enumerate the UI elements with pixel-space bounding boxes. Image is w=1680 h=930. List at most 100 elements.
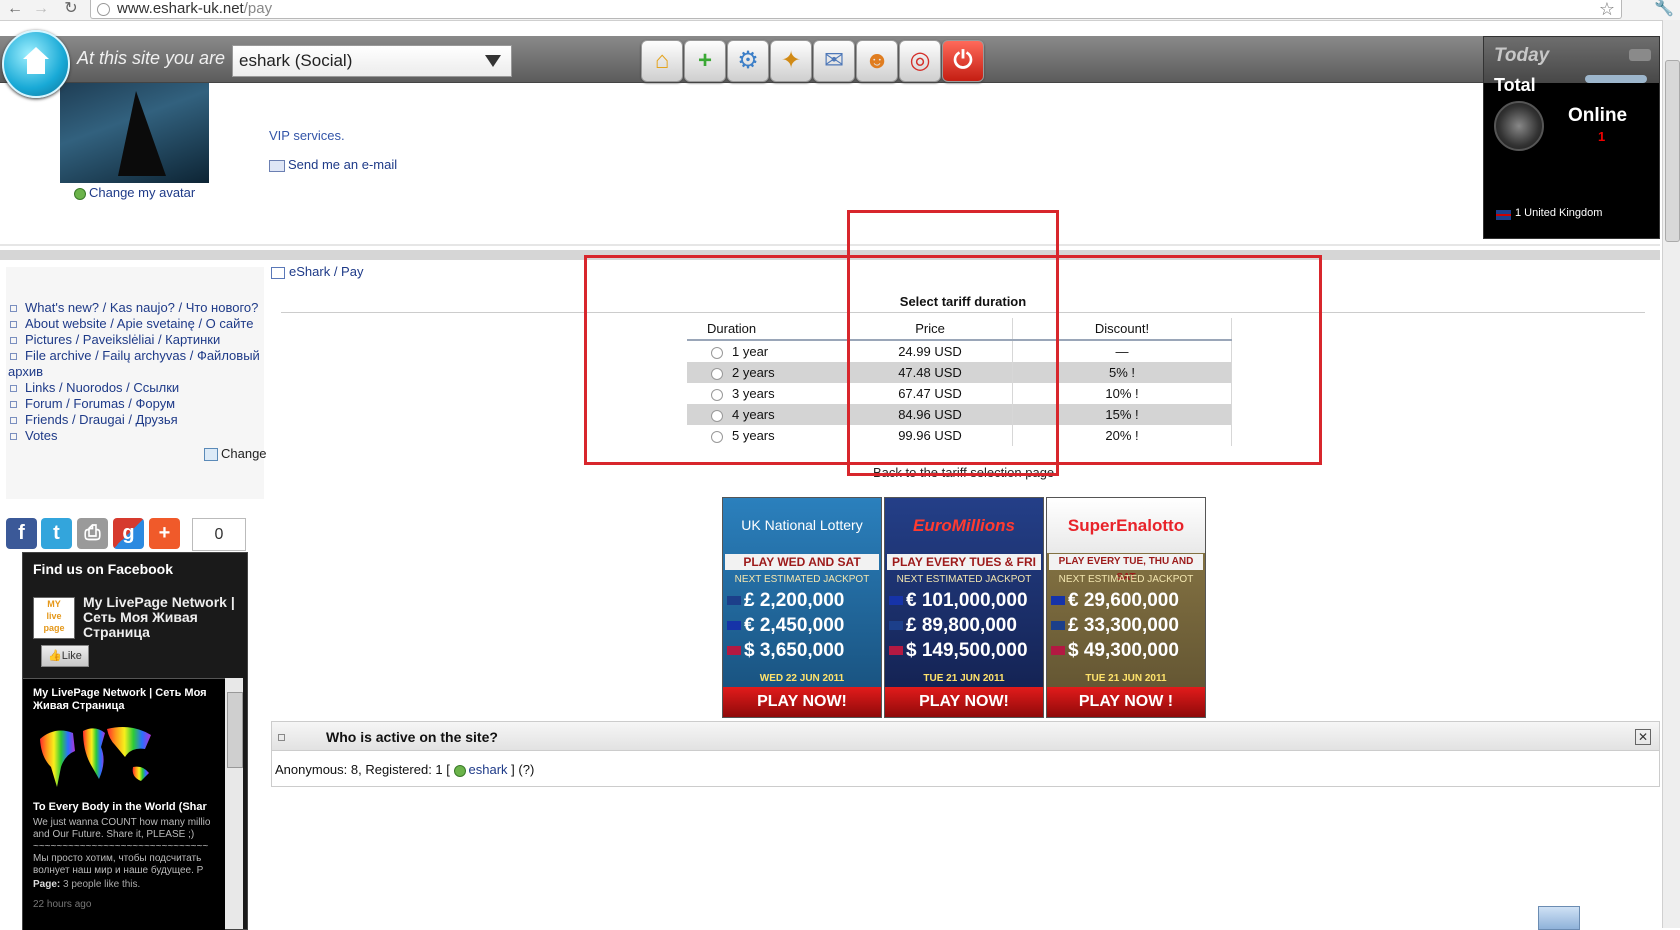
scrollbar-thumb[interactable] xyxy=(1665,60,1680,242)
eu-flag-icon xyxy=(727,621,741,631)
magic-wand-icon[interactable]: ✦ xyxy=(770,40,812,82)
play-now-button[interactable]: PLAY NOW! xyxy=(885,687,1043,717)
menu-item-file-archive-cont[interactable]: архив xyxy=(8,364,43,380)
scrollbar-thumb[interactable] xyxy=(227,692,243,768)
feed-page-title[interactable]: My LivePage Network | Сеть Моя Живая Стр… xyxy=(33,687,219,713)
menu-item-votes[interactable]: Votes xyxy=(8,428,58,444)
google-share-icon[interactable]: g xyxy=(113,518,144,549)
menu-item-file-archive[interactable]: File archive / Failų archyvas / Файловый xyxy=(8,348,260,364)
duration-radio[interactable] xyxy=(711,409,723,422)
users-icon[interactable]: ☻ xyxy=(856,40,898,82)
duration-radio[interactable] xyxy=(711,346,723,359)
duration-radio[interactable] xyxy=(711,430,723,443)
twitter-share-icon[interactable]: t xyxy=(41,518,72,549)
jackpot-usd: $ 149,500,000 xyxy=(889,640,1041,662)
eu-flag-icon xyxy=(1051,596,1065,606)
lottery-banner-uk[interactable]: UK National Lottery PLAY WED AND SAT NEX… xyxy=(722,497,882,718)
tariff-row[interactable]: 1 year 24.99 USD — xyxy=(687,340,1232,362)
today-label: Today xyxy=(1494,45,1550,66)
back-arrow-icon[interactable]: ← xyxy=(4,0,26,18)
site-select-value: eshark (Social) xyxy=(239,51,353,70)
stats-scroll-indicator xyxy=(1585,75,1647,83)
back-to-tariff-link[interactable]: Back to the tariff selection page xyxy=(873,465,1054,480)
discount-cell: 10% ! xyxy=(1012,383,1232,404)
feed-post-text: We just wanna COUNT how many millio and … xyxy=(33,817,211,876)
duration-cell[interactable]: 2 years xyxy=(687,362,848,383)
menu-item-about[interactable]: About website / Apie svetainę / О сайте xyxy=(8,316,253,332)
print-icon[interactable]: ⎙ xyxy=(77,518,108,549)
duration-cell[interactable]: 5 years xyxy=(687,425,848,446)
menu-item-links[interactable]: Links / Nuorodos / Ссылки xyxy=(8,380,179,396)
breadcrumb-home[interactable]: eShark xyxy=(289,264,330,279)
user-icon xyxy=(453,764,466,777)
lottery-banner-euromillions[interactable]: EuroMillions PLAY EVERY TUES & FRI NEXT … xyxy=(884,497,1044,718)
feed-post-title[interactable]: To Every Body in the World (Shar xyxy=(33,801,207,813)
profile-picture xyxy=(60,83,209,183)
shark-fin-image xyxy=(118,91,166,176)
address-bar[interactable]: www.eshark-uk.net/pay ☆ xyxy=(90,0,1622,19)
facebook-page-name[interactable]: My LivePage Network | Сеть Моя Живая Стр… xyxy=(83,595,243,640)
active-user-link[interactable]: eshark xyxy=(469,762,508,777)
bullet-icon xyxy=(10,416,17,424)
mail-icon[interactable]: ✉ xyxy=(813,40,855,82)
power-icon[interactable]: ⏻ xyxy=(942,40,984,82)
facebook-like-button[interactable]: 👍Like xyxy=(41,645,89,667)
lottery-next-label: NEXT ESTIMATED JACKPOT xyxy=(896,574,1032,585)
duration-cell[interactable]: 3 years xyxy=(687,383,848,404)
site-select[interactable]: eshark (Social) xyxy=(232,45,512,77)
home-bubble-icon[interactable] xyxy=(2,30,70,98)
vip-services-link[interactable]: VIP services. xyxy=(269,128,345,143)
facebook-feed-scrollbar[interactable] xyxy=(225,678,243,929)
bullet-icon xyxy=(10,336,17,344)
bullet-icon xyxy=(10,304,17,312)
breadcrumb: eShark / Pay xyxy=(271,264,363,279)
menu-item-whats-new[interactable]: What's new? / Kas naujo? / Что нового? xyxy=(8,300,258,316)
home-icon[interactable]: ⌂ xyxy=(641,40,683,82)
forward-arrow-icon[interactable]: → xyxy=(30,0,52,18)
add-icon[interactable]: + xyxy=(684,40,726,82)
close-icon[interactable]: ✕ xyxy=(1635,729,1651,745)
play-now-button[interactable]: PLAY NOW! xyxy=(723,687,881,717)
reload-icon[interactable]: ↻ xyxy=(60,0,82,18)
facebook-share-icon[interactable]: f xyxy=(6,518,37,549)
menu-item-pictures[interactable]: Pictures / Paveikslėliai / Картинки xyxy=(8,332,220,348)
tariff-row[interactable]: 5 years 99.96 USD 20% ! xyxy=(687,425,1232,446)
tariff-row[interactable]: 2 years 47.48 USD 5% ! xyxy=(687,362,1232,383)
tariff-header-row: Duration Price Discount! xyxy=(687,318,1232,341)
lottery-draw-date: WED 22 JUN 2011 xyxy=(759,673,845,684)
bookmark-star-icon[interactable]: ☆ xyxy=(1599,0,1615,20)
scroll-down-widget-icon[interactable] xyxy=(1538,906,1580,930)
facebook-feed: My LivePage Network | Сеть Моя Живая Стр… xyxy=(23,678,225,930)
lifebuoy-help-icon[interactable]: ◎ xyxy=(899,40,941,82)
tariff-row[interactable]: 3 years 67.47 USD 10% ! xyxy=(687,383,1232,404)
jackpot-gbp: £ 89,800,000 xyxy=(889,615,1041,637)
send-email-link[interactable]: Send me an e-mail xyxy=(269,157,397,172)
url-text: www.eshark-uk.net/pay xyxy=(117,0,273,17)
duration-cell[interactable]: 1 year xyxy=(687,340,848,362)
settings-gear-icon[interactable]: ⚙ xyxy=(727,40,769,82)
thumbs-up-icon: 👍 xyxy=(48,650,62,662)
online-count: 1 xyxy=(1598,129,1606,144)
bullet-icon xyxy=(10,400,17,408)
uk-flag-icon xyxy=(1051,621,1065,631)
menu-item-forum[interactable]: Forum / Forumas / Форум xyxy=(8,396,175,412)
menu-item-friends[interactable]: Friends / Draugai / Друзья xyxy=(8,412,178,428)
lottery-next-label: NEXT ESTIMATED JACKPOT xyxy=(734,574,870,585)
addthis-share-icon[interactable]: + xyxy=(149,518,180,549)
change-avatar-link[interactable]: Change my avatar xyxy=(74,185,195,200)
duration-radio[interactable] xyxy=(711,367,723,380)
tariff-row[interactable]: 4 years 84.96 USD 15% ! xyxy=(687,404,1232,425)
edit-icon xyxy=(204,448,218,462)
facebook-widget: Find us on Facebook MY live page My LivePa… xyxy=(22,552,248,930)
play-now-button[interactable]: PLAY NOW ! xyxy=(1047,687,1205,717)
lottery-name: SuperEnalotto xyxy=(1047,498,1205,553)
change-menu-link[interactable]: Change xyxy=(204,446,267,462)
lottery-banner-superenalotto[interactable]: SuperEnalotto PLAY EVERY TUE, THU AND SA… xyxy=(1046,497,1206,718)
duration-cell[interactable]: 4 years xyxy=(687,404,848,425)
who-is-active-header: Who is active on the site? ✕ xyxy=(272,722,1659,751)
price-cell: 84.96 USD xyxy=(847,404,1013,425)
duration-radio[interactable] xyxy=(711,388,723,401)
wrench-icon[interactable]: 🔧 xyxy=(1654,0,1674,18)
page-scrollbar[interactable] xyxy=(1662,20,1680,928)
browser-toolbar: ← → ↻ www.eshark-uk.net/pay ☆ 🔧 xyxy=(0,0,1680,21)
